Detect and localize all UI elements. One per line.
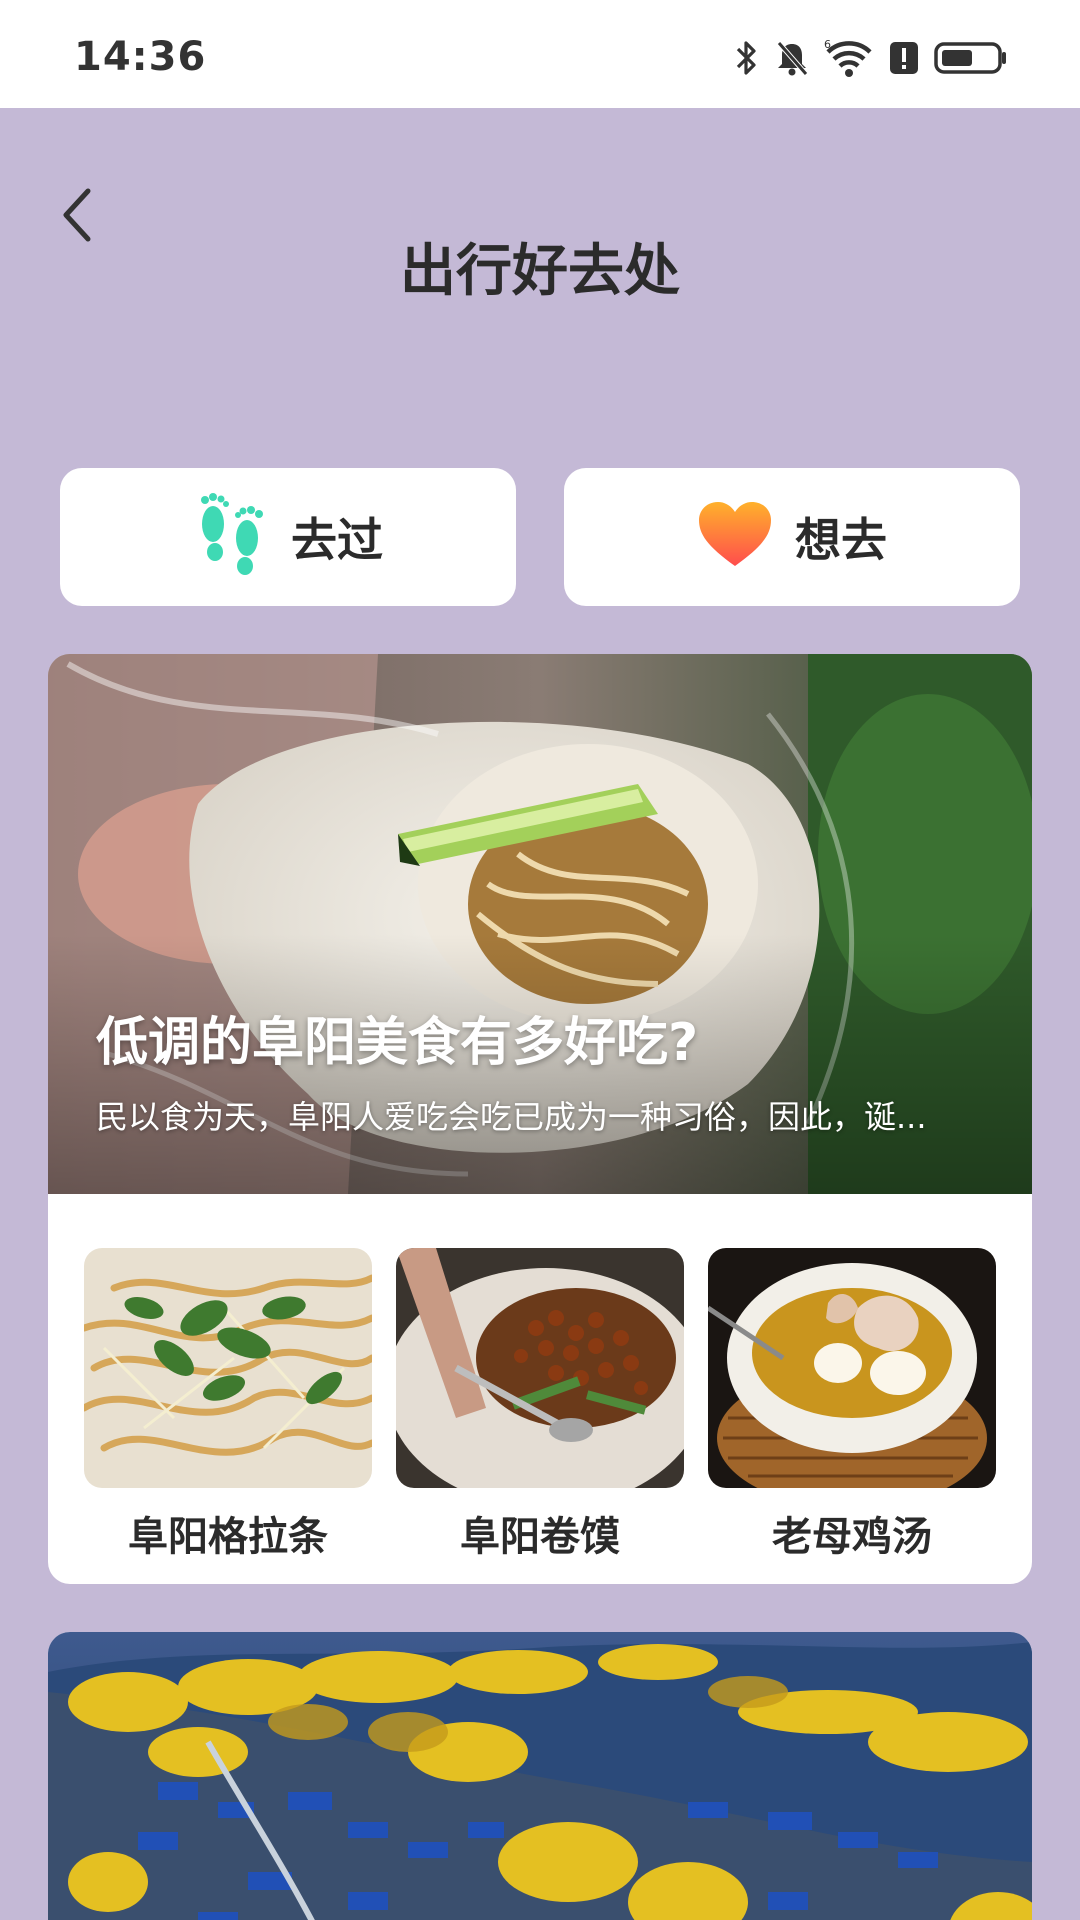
bluetooth-icon: [734, 38, 760, 78]
destination-card[interactable]: [48, 1632, 1032, 1920]
status-time: 14:36: [74, 34, 207, 80]
wifi-icon: 6: [824, 38, 874, 78]
food-item-label: 阜阳格拉条: [128, 1514, 328, 1560]
alert-icon: [888, 38, 920, 78]
status-icons: 6: [734, 36, 1008, 80]
page-title: 出行好去处: [400, 239, 680, 304]
featured-food-title: 低调的阜阳美食有多好吃?: [96, 1013, 699, 1073]
food-items: 阜阳格拉条 阜阳卷馍 老母鸡汤: [84, 1248, 996, 1562]
featured-food-image[interactable]: 低调的阜阳美食有多好吃? 民以食为天，阜阳人爱吃会吃已成为一种习俗，因此，诞..…: [48, 654, 1032, 1194]
footprints-icon: [193, 490, 269, 584]
been-label: 去过: [291, 513, 383, 567]
heart-icon: [697, 500, 773, 574]
mute-icon: [774, 38, 810, 78]
food-item[interactable]: 阜阳卷馍: [396, 1248, 684, 1562]
food-item-image: [84, 1248, 372, 1488]
food-item-label: 阜阳卷馍: [460, 1514, 620, 1560]
food-item[interactable]: 阜阳格拉条: [84, 1248, 372, 1562]
food-item[interactable]: 老母鸡汤: [708, 1248, 996, 1562]
want-button[interactable]: 想去: [564, 468, 1020, 606]
want-label: 想去: [795, 513, 887, 567]
featured-food-card[interactable]: 低调的阜阳美食有多好吃? 民以食为天，阜阳人爱吃会吃已成为一种习俗，因此，诞..…: [48, 654, 1032, 1584]
food-item-label: 老母鸡汤: [772, 1514, 932, 1560]
been-button[interactable]: 去过: [60, 468, 516, 606]
svg-text:6: 6: [824, 38, 831, 51]
food-item-image: [396, 1248, 684, 1488]
featured-food-summary: 民以食为天，阜阳人爱吃会吃已成为一种习俗，因此，诞...: [96, 1098, 927, 1136]
battery-icon: [934, 38, 1008, 78]
food-item-image: [708, 1248, 996, 1488]
status-bar: 14:36 6: [0, 0, 1080, 108]
landscape-photo: [48, 1632, 1032, 1920]
